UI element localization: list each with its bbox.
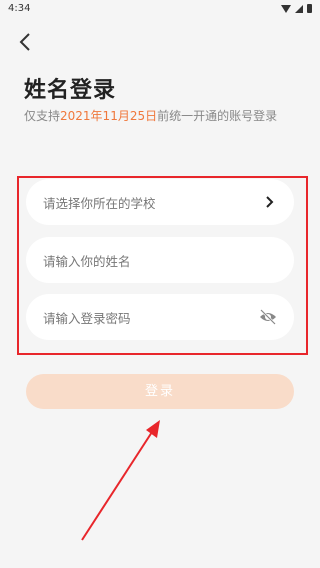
name-input-placeholder: 请输入你的姓名 [43, 254, 131, 269]
notice-suffix: 前统一开通的账号登录 [157, 109, 278, 123]
wifi-icon [281, 4, 291, 13]
status-icons [281, 4, 312, 13]
login-notice: 仅支持2021年11月25日前统一开通的账号登录 [24, 106, 304, 126]
password-input-placeholder: 请输入登录密码 [43, 311, 131, 326]
signal-icon [295, 4, 303, 13]
status-bar: 4:34 [0, 0, 320, 20]
chevron-left-icon [19, 33, 30, 51]
notice-prefix: 仅支持 [24, 109, 61, 123]
back-button[interactable] [14, 30, 38, 54]
battery-icon [307, 4, 312, 13]
password-input[interactable]: 请输入登录密码 [26, 294, 294, 340]
notice-date: 2021年11月25日 [60, 109, 158, 123]
status-time: 4:34 [8, 3, 31, 14]
eye-off-icon[interactable] [258, 308, 278, 326]
chevron-right-icon [266, 196, 274, 208]
login-button[interactable]: 登录 [26, 374, 294, 409]
name-input[interactable]: 请输入你的姓名 [26, 237, 294, 283]
school-select-placeholder: 请选择你所在的学校 [43, 196, 156, 211]
page-title: 姓名登录 [24, 78, 117, 103]
school-select[interactable]: 请选择你所在的学校 [26, 179, 294, 225]
